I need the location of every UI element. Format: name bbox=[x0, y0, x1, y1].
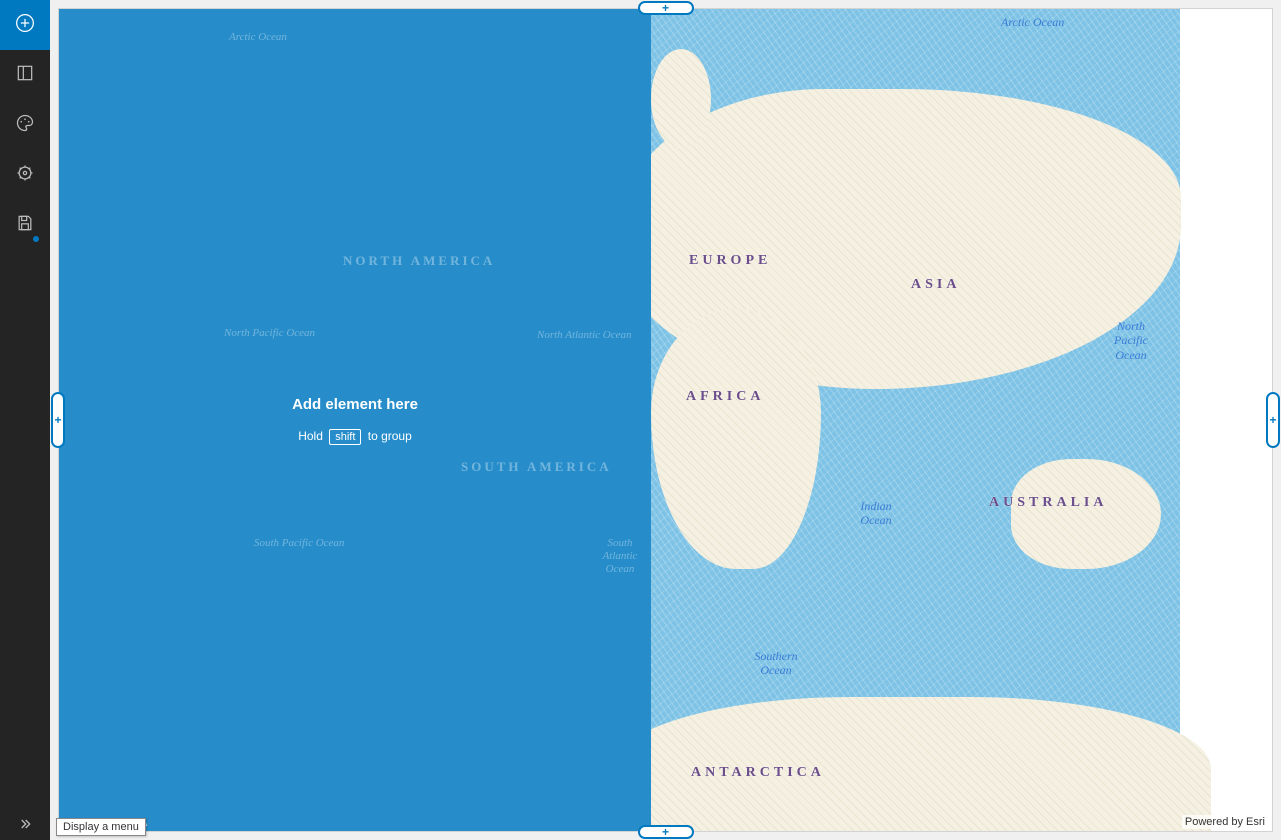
canvas-wrapper: + + + + Arctic Ocean NORTH AMERICA North… bbox=[50, 0, 1281, 840]
add-row-top[interactable]: + bbox=[638, 1, 694, 15]
land-australia bbox=[1011, 459, 1161, 569]
sidebar-item-add[interactable] bbox=[0, 0, 50, 50]
dropzone-hint: Hold shift to group bbox=[298, 429, 412, 445]
label-australia: AUSTRALIA bbox=[989, 495, 1107, 511]
plus-icon bbox=[15, 13, 35, 38]
ghost-na-label: NORTH AMERICA bbox=[343, 253, 495, 269]
map-margin-right bbox=[1180, 9, 1272, 831]
add-column-right[interactable]: + bbox=[1266, 392, 1280, 448]
sidebar-item-save[interactable] bbox=[0, 200, 50, 250]
add-row-bottom[interactable]: + bbox=[638, 825, 694, 839]
label-antarctica: ANTARCTICA bbox=[691, 765, 825, 781]
label-africa: AFRICA bbox=[686, 389, 764, 405]
sidebar-item-theme[interactable] bbox=[0, 100, 50, 150]
drop-zone[interactable]: Arctic Ocean NORTH AMERICA North Pacific… bbox=[59, 9, 651, 831]
powered-by-esri[interactable]: Powered by Esri bbox=[1182, 815, 1268, 829]
label-asia: ASIA bbox=[911, 277, 960, 293]
gear-icon bbox=[15, 163, 35, 188]
land-greenland bbox=[651, 49, 711, 149]
palette-icon bbox=[15, 113, 35, 138]
tooltip-menu: Display a menu bbox=[56, 818, 146, 836]
land-antarctica bbox=[651, 697, 1211, 831]
hint-key: shift bbox=[329, 429, 361, 445]
label-indian: Indian Ocean bbox=[846, 499, 906, 528]
ghost-satl-label: South Atlantic Ocean bbox=[589, 537, 651, 577]
hint-post: to group bbox=[368, 429, 412, 443]
ghost-spac-label: South Pacific Ocean bbox=[254, 537, 344, 550]
save-icon bbox=[15, 213, 35, 238]
sidebar-menu-toggle[interactable] bbox=[0, 812, 50, 840]
canvas[interactable]: + + + + Arctic Ocean NORTH AMERICA North… bbox=[58, 8, 1273, 832]
label-southern: Southern Ocean bbox=[741, 649, 811, 678]
dropzone-title: Add element here bbox=[292, 396, 418, 413]
sidebar-item-settings[interactable] bbox=[0, 150, 50, 200]
ghost-natl-label: North Atlantic Ocean bbox=[537, 329, 632, 342]
label-arctic: Arctic Ocean bbox=[1001, 15, 1064, 29]
add-column-left[interactable]: + bbox=[51, 392, 65, 448]
label-europe: EUROPE bbox=[689, 253, 771, 269]
hint-pre: Hold bbox=[298, 429, 323, 443]
ghost-sa-label: SOUTH AMERICA bbox=[461, 459, 612, 475]
layout-icon bbox=[15, 63, 35, 88]
ghost-npac-label: North Pacific Ocean bbox=[224, 327, 315, 340]
chevrons-right-icon bbox=[17, 816, 33, 837]
ghost-arctic-label: Arctic Ocean bbox=[229, 31, 287, 44]
sidebar-item-layout[interactable] bbox=[0, 50, 50, 100]
label-north-pacific: North Pacific Ocean bbox=[1101, 319, 1161, 362]
map-viewport[interactable]: EUROPE ASIA AFRICA AUSTRALIA ANTARCTICA … bbox=[651, 9, 1272, 831]
sidebar bbox=[0, 0, 50, 840]
